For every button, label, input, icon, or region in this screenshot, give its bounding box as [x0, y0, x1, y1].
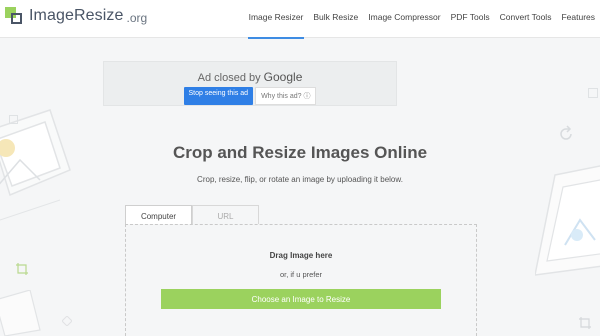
logo-icon	[5, 7, 23, 25]
logo-text: ImageResize	[29, 7, 124, 24]
logo[interactable]: ImageResize .org	[5, 7, 147, 25]
upload-source-tabs: Computer URL	[125, 205, 259, 225]
crop-icon-left	[16, 263, 28, 275]
ad-closed-text: Ad closed by Google	[104, 70, 396, 84]
ad-closed-label: Ad closed by	[197, 72, 261, 84]
page-subtitle: Crop, resize, flip, or rotate an image b…	[197, 175, 403, 184]
logo-tld: .org	[126, 10, 148, 25]
decorative-square-right-icon	[588, 88, 598, 98]
tab-computer[interactable]: Computer	[125, 205, 192, 225]
main-nav: Image Resizer Bulk Resize Image Compress…	[244, 0, 600, 39]
site-header: ImageResize .org Image Resizer Bulk Resi…	[0, 0, 600, 39]
or-text: or, if u prefer	[279, 270, 323, 279]
upload-dropzone[interactable]: Drag Image here or, if u prefer Choose a…	[125, 224, 477, 336]
diamond-icon-left	[62, 316, 72, 326]
choose-image-button[interactable]: Choose an Image to Resize	[161, 289, 441, 309]
google-brand: Google	[263, 70, 303, 84]
drag-image-text: Drag Image here	[269, 251, 333, 260]
rotate-icon	[560, 125, 572, 140]
nav-image-compressor[interactable]: Image Compressor	[363, 0, 445, 38]
decorative-square-icon	[9, 115, 18, 124]
nav-convert-tools[interactable]: Convert Tools	[495, 0, 557, 38]
nav-image-resizer[interactable]: Image Resizer	[244, 0, 309, 39]
nav-features[interactable]: Features	[556, 0, 600, 38]
tab-url[interactable]: URL	[192, 205, 259, 225]
stop-seeing-ad-button[interactable]: Stop seeing this ad	[183, 87, 254, 105]
why-this-ad-button[interactable]: Why this ad? ⓘ	[255, 87, 317, 105]
crop-icon-right	[579, 317, 591, 329]
decorative-polaroid-left-icon	[0, 290, 41, 336]
nav-bulk-resize[interactable]: Bulk Resize	[308, 0, 363, 38]
nav-pdf-tools[interactable]: PDF Tools	[446, 0, 495, 38]
page-title: Crop and Resize Images Online	[172, 143, 428, 162]
ad-closed-banner: Ad closed by Google Stop seeing this ad …	[103, 61, 397, 106]
